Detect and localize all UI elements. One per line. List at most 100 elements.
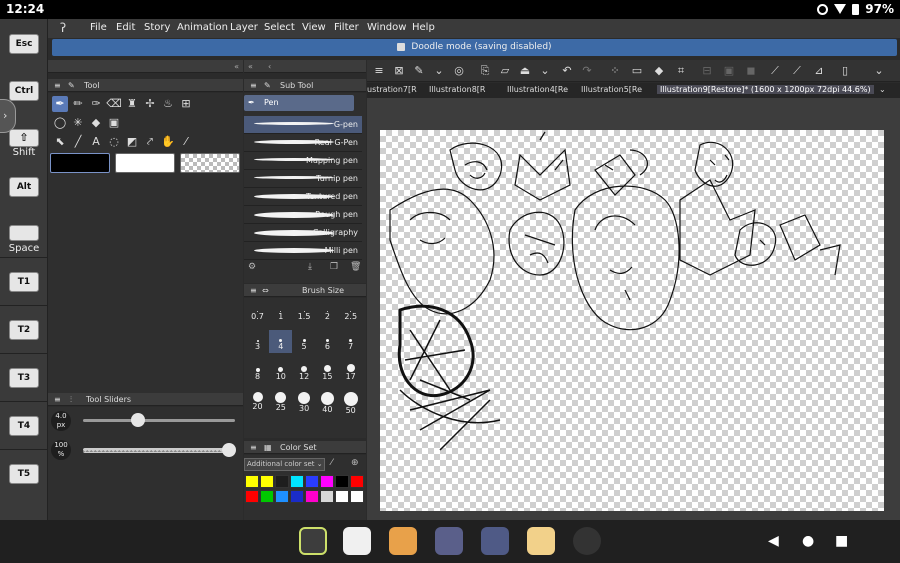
color-set-swatch[interactable] — [350, 490, 364, 503]
brush-size-cell[interactable]: 7 — [339, 330, 362, 353]
color-set-swatch[interactable] — [275, 490, 289, 503]
menu-edit[interactable]: Edit — [116, 22, 135, 33]
color-set-swatch[interactable] — [335, 475, 349, 488]
new-canvas-icon[interactable]: ⊠ — [391, 63, 407, 79]
brush-size-cell[interactable]: 15 — [316, 360, 339, 383]
brush-size-cell[interactable]: 50 — [339, 390, 362, 415]
grid-tool-icon[interactable]: ⊞ — [178, 96, 194, 112]
disabled-tool-icon[interactable]: ▣ — [721, 63, 737, 79]
subtool-calligraphy[interactable]: Calligraphy — [244, 224, 362, 242]
fill-tool-icon[interactable]: ◆ — [88, 115, 104, 131]
clear-icon[interactable]: ⁘ — [607, 63, 623, 79]
ctrl-key[interactable]: Ctrl — [9, 81, 39, 101]
pencil-tool-icon[interactable]: ✏ — [70, 96, 86, 112]
brush-size-slider[interactable] — [83, 419, 235, 422]
brush-size-cell[interactable]: 12 — [293, 360, 316, 383]
trash-icon[interactable]: 🗑 — [350, 262, 361, 272]
tab-illustration4[interactable]: Illustration4[Re — [507, 85, 568, 94]
brush-tool-icon[interactable]: ✑ — [88, 96, 104, 112]
brush-size-knob[interactable] — [131, 413, 145, 427]
t4-key[interactable]: T4 — [9, 416, 39, 436]
save-icon[interactable]: ⏏ — [517, 63, 533, 79]
auto-select-tool-icon[interactable]: ✳ — [70, 115, 86, 131]
brush-size-cell[interactable]: 40 — [316, 390, 339, 414]
shift-key[interactable]: ⇧ — [9, 129, 39, 147]
subtool-turnip-pen[interactable]: Turnip pen — [244, 170, 362, 188]
menu-select[interactable]: Select — [264, 22, 295, 33]
brush-size-cell[interactable]: 8 — [246, 360, 269, 383]
color-set-swatch[interactable] — [245, 475, 259, 488]
subtool-collapse-bar[interactable]: « ‹ — [244, 60, 366, 73]
pen-tool-icon[interactable]: ✒ — [52, 96, 68, 112]
brush-size-cell[interactable]: 5 — [293, 330, 316, 353]
opacity-slider[interactable] — [83, 448, 235, 453]
menu-story[interactable]: Story — [144, 22, 170, 33]
lasso-tool-icon[interactable]: ◯ — [52, 115, 68, 131]
space-key[interactable] — [9, 225, 39, 241]
ruler-tool-icon[interactable]: ⤤ — [142, 134, 158, 150]
color-set-swatch[interactable] — [245, 490, 259, 503]
gradient-tool-icon[interactable]: ▣ — [106, 115, 122, 131]
subtool-real-g-pen[interactable]: Real G-Pen — [244, 134, 362, 152]
color-set-swatch[interactable] — [290, 475, 304, 488]
transparent-color-swatch[interactable] — [180, 153, 240, 173]
fill-bucket-icon[interactable]: ◆ — [651, 63, 667, 79]
color-set-swatch[interactable] — [290, 490, 304, 503]
disabled-tool-icon[interactable]: ⊟ — [699, 63, 715, 79]
add-color-icon[interactable]: ⊕ — [351, 458, 359, 468]
brush-size-cell[interactable]: 20 — [246, 390, 269, 413]
brush-size-cell[interactable]: 30 — [293, 390, 316, 413]
share-app-icon[interactable] — [435, 527, 463, 555]
balloon-tool-icon[interactable]: ◌ — [106, 134, 122, 150]
color-set-swatch[interactable] — [260, 490, 274, 503]
subtool-rough-pen[interactable]: Rough pen — [244, 206, 362, 224]
t5-key[interactable]: T5 — [9, 464, 39, 484]
color-set-swatch[interactable] — [320, 490, 334, 503]
open-folder-icon[interactable]: ▱ — [497, 63, 513, 79]
opacity-knob[interactable] — [222, 443, 236, 457]
subtool-g-pen[interactable]: G-pen — [244, 116, 362, 134]
chevron-down-icon[interactable]: ⌄ — [537, 63, 553, 79]
tool-palette-collapse-bar[interactable]: « — [48, 60, 243, 73]
color-set-swatch[interactable] — [350, 475, 364, 488]
brush-size-cell[interactable]: 2 — [316, 300, 339, 323]
clip-studio-app-icon[interactable] — [343, 527, 371, 555]
color-set-swatch[interactable] — [305, 475, 319, 488]
color-set-swatch[interactable] — [275, 475, 289, 488]
brush-size-cell[interactable]: 3 — [246, 330, 269, 353]
color-set-swatch[interactable] — [335, 490, 349, 503]
t3-key[interactable]: T3 — [9, 368, 39, 388]
grid-snap-icon[interactable]: ⊿ — [811, 63, 827, 79]
brush-size-cell[interactable]: 17 — [339, 360, 362, 383]
download-icon[interactable]: ⤓ — [308, 262, 312, 272]
subtool-settings-icon[interactable]: ⚙ — [248, 262, 256, 272]
sparkle-tool-icon[interactable]: ✢ — [142, 96, 158, 112]
eraser-tool-icon[interactable]: ⌫ — [106, 96, 122, 112]
sub-color-swatch[interactable] — [115, 153, 175, 173]
crop-icon[interactable]: ▭ — [629, 63, 645, 79]
undo-icon[interactable]: ↶ — [559, 63, 575, 79]
redo-icon[interactable]: ↷ — [579, 63, 595, 79]
record-icon[interactable]: ◎ — [451, 63, 467, 79]
clip-studio-paint-app-icon[interactable] — [299, 527, 327, 555]
brush-size-cell[interactable]: 0.7 — [246, 300, 269, 323]
color-set-swatch[interactable] — [260, 475, 274, 488]
menu-grip-icon[interactable]: ≡ — [371, 63, 387, 79]
esc-key[interactable]: Esc — [9, 34, 39, 54]
line-tool-icon[interactable]: ╱ — [70, 134, 86, 150]
tab-illustration9[interactable]: Illustration9[Restore]* (1600 x 1200px 7… — [657, 85, 874, 94]
chevron-down-icon[interactable]: ⌄ — [871, 63, 887, 79]
duplicate-icon[interactable]: ❐ — [330, 262, 338, 272]
tab-illustration5[interactable]: Illustration5[Re — [581, 85, 642, 94]
menu-window[interactable]: Window — [367, 22, 406, 33]
subtool-textured-pen[interactable]: Textured pen — [244, 188, 362, 206]
chevron-down-icon[interactable]: ⌄ — [431, 63, 447, 79]
companion-device-icon[interactable]: ▯ — [837, 63, 853, 79]
brush-size-cell[interactable]: 6 — [316, 330, 339, 353]
app-drawer-icon[interactable] — [573, 527, 601, 555]
menu-animation[interactable]: Animation — [177, 22, 228, 33]
brush-size-cell[interactable]: 10 — [269, 360, 292, 383]
main-color-swatch[interactable] — [50, 153, 110, 173]
edit-icon[interactable]: ✎ — [411, 63, 427, 79]
special-ruler-icon[interactable]: ⟋ — [789, 63, 805, 79]
